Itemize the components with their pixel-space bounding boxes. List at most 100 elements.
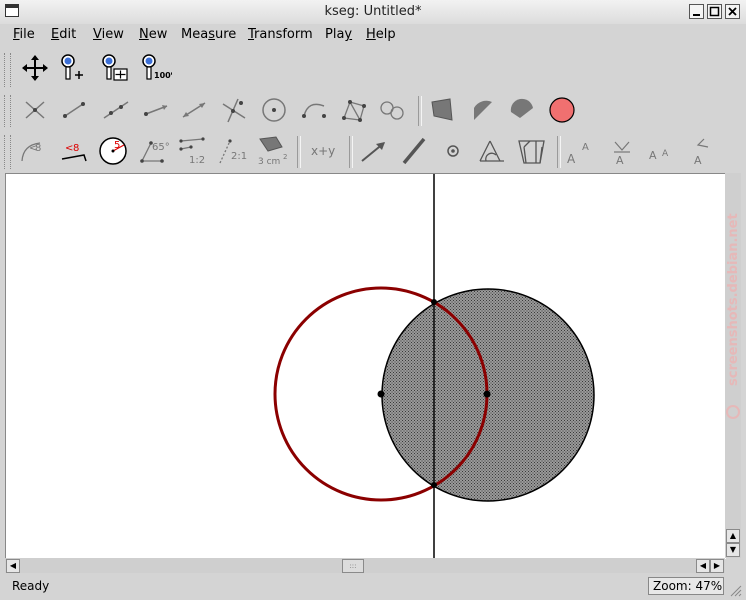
menu-transform[interactable]: Transform — [248, 27, 313, 42]
intersection-point-top[interactable] — [431, 299, 437, 305]
circle-segment-icon — [510, 98, 533, 118]
menu-help[interactable]: Help — [366, 27, 396, 42]
polygon-button[interactable] — [338, 94, 370, 126]
superscript-icon: A A — [567, 142, 589, 166]
radius-point[interactable] — [483, 390, 491, 398]
window-title: kseg: Untitled* — [324, 4, 422, 19]
toolbar-grip[interactable] — [4, 135, 11, 169]
label-angle-button[interactable]: A — [686, 135, 718, 167]
scroll-thumb[interactable]: ::: — [342, 559, 364, 573]
svg-text:65°: 65° — [152, 142, 170, 153]
polygon-fill-button[interactable] — [426, 94, 458, 126]
minimize-button[interactable] — [689, 4, 704, 19]
close-icon — [728, 7, 737, 16]
sector-fill-button[interactable] — [466, 94, 498, 126]
measure-ratio-button[interactable]: 1:2 — [178, 135, 210, 167]
svg-text:8: 8 — [35, 143, 41, 154]
zoom-in-button[interactable] — [58, 52, 90, 84]
center-point[interactable] — [377, 390, 385, 398]
measure-slope-button[interactable]: 2:1 — [218, 135, 250, 167]
construct-toolbar — [0, 92, 746, 129]
vector-icon — [182, 102, 206, 118]
horizontal-scrollbar[interactable]: ◀ ::: ◀ ▶ — [5, 558, 725, 573]
reflect-line-button[interactable] — [398, 135, 430, 167]
resize-grip-icon[interactable] — [728, 583, 742, 597]
menu-edit[interactable]: Edit — [51, 27, 76, 42]
slope-icon: 2:1 — [219, 139, 247, 164]
scroll-left-end-button[interactable]: ◀ — [696, 559, 710, 573]
translate-arrow-icon — [361, 142, 385, 162]
calculator-icon: x+y — [311, 144, 335, 158]
ray-button[interactable] — [140, 94, 172, 126]
center-icon — [447, 145, 459, 157]
svg-text:1:2: 1:2 — [189, 155, 205, 166]
status-bar: Ready Zoom: 47% — [0, 575, 746, 600]
menu-view[interactable]: View — [93, 27, 124, 42]
overline-icon: A — [614, 141, 630, 167]
close-button[interactable] — [725, 4, 740, 19]
zoom-fit-button[interactable] — [100, 52, 132, 84]
circle-button[interactable] — [258, 94, 290, 126]
svg-text:100%: 100% — [154, 71, 172, 80]
line-icon — [103, 101, 129, 119]
circle-interior-button[interactable] — [546, 94, 578, 126]
filled-circle-icon — [549, 97, 575, 123]
intersection-button[interactable] — [19, 94, 51, 126]
maximize-button[interactable] — [707, 4, 722, 19]
pan-tool-button[interactable] — [19, 52, 51, 84]
segment-fill-button[interactable] — [506, 94, 538, 126]
area-icon: 3 cm 2 — [258, 136, 287, 167]
rotate-button[interactable] — [476, 135, 508, 167]
menu-play[interactable]: Play — [325, 27, 352, 42]
label-superscript-button[interactable]: A A — [565, 135, 597, 167]
locus-icon — [380, 101, 404, 120]
segment-button[interactable] — [58, 94, 90, 126]
locus-button[interactable] — [376, 94, 408, 126]
intersection-point-bottom[interactable] — [431, 482, 437, 488]
scroll-up-button[interactable]: ▲ — [726, 529, 740, 543]
status-message: Ready — [12, 579, 50, 593]
scroll-left-button[interactable]: ◀ — [6, 559, 20, 573]
scroll-down-button[interactable]: ▼ — [726, 543, 740, 557]
zoom-100-button[interactable]: 100% — [140, 52, 172, 84]
measure-toolbar: < 8 < 8 5 65° 1:2 2:1 3 cm 2 x+y A A A A… — [0, 130, 746, 172]
label-subscript-button[interactable]: A A — [645, 135, 677, 167]
menu-measure[interactable]: Measure — [181, 27, 236, 42]
perpendicular-button[interactable] — [218, 94, 250, 126]
watermark: screenshots.debian.net — [724, 176, 742, 436]
scroll-right-button[interactable]: ▶ — [710, 559, 724, 573]
svg-text:A: A — [616, 154, 624, 167]
subscript-icon: A A — [649, 149, 669, 162]
dilate-button[interactable] — [516, 135, 548, 167]
title-bar: kseg: Untitled* — [0, 0, 746, 25]
move-arrows-icon — [22, 55, 48, 81]
measure-area-button[interactable]: 3 cm 2 — [256, 135, 288, 167]
sector-icon — [474, 100, 492, 120]
vector-button[interactable] — [178, 94, 210, 126]
menu-new[interactable]: New — [139, 27, 167, 42]
svg-text:A: A — [694, 154, 702, 167]
construction-sketch[interactable] — [6, 174, 726, 559]
arc-button[interactable] — [298, 94, 330, 126]
circle-icon — [262, 98, 286, 122]
toolbar-separator — [418, 96, 422, 126]
label-bar-button[interactable]: A — [606, 135, 638, 167]
center-point-button[interactable] — [437, 135, 469, 167]
angle-label-icon: A — [694, 138, 709, 167]
drawing-canvas[interactable] — [5, 173, 726, 559]
measure-radius-button[interactable]: 5 — [97, 134, 129, 166]
measure-arc-angle-button[interactable]: < 8 — [18, 135, 50, 167]
calculate-button[interactable]: x+y — [306, 135, 342, 167]
toolbar-grip[interactable] — [4, 95, 11, 127]
menu-file[interactable]: File — [13, 27, 35, 42]
intersection-icon — [25, 101, 45, 119]
toolbar-grip[interactable] — [4, 53, 11, 87]
measure-length-button[interactable]: < 8 — [58, 135, 90, 167]
svg-text:8: 8 — [73, 143, 79, 154]
measure-angle-button[interactable]: 65° — [138, 135, 170, 167]
toolbar-separator — [557, 136, 561, 168]
toolbar-separator — [297, 136, 301, 168]
line-button[interactable] — [100, 94, 132, 126]
svg-text:A: A — [649, 149, 657, 162]
translate-button[interactable] — [358, 135, 390, 167]
